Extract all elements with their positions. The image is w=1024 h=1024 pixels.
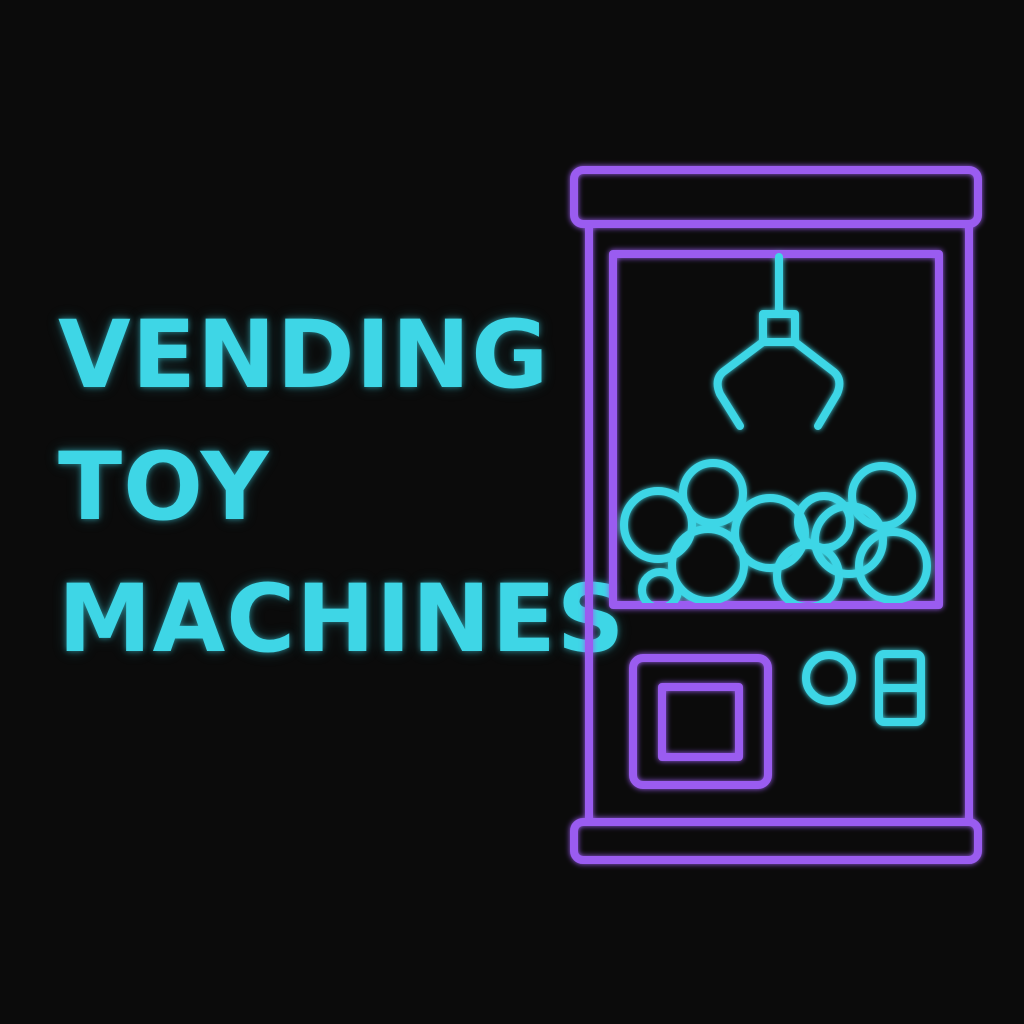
prize-ball <box>668 525 748 603</box>
neon-poster: VENDING TOY MACHINES <box>0 0 1024 1024</box>
machine-base <box>570 818 982 864</box>
prize-ball <box>848 462 916 530</box>
machine-controls <box>802 650 925 726</box>
prize-ball <box>773 541 843 603</box>
machine-top-cap <box>570 166 982 228</box>
prize-door <box>629 654 772 789</box>
prize-balls <box>620 459 931 603</box>
claw-right-arm <box>791 338 844 430</box>
prize-ball <box>620 487 696 563</box>
claw-machine-icon <box>570 166 982 864</box>
claw-left-arm <box>713 338 767 430</box>
prize-door-inner <box>658 683 743 761</box>
claw-head <box>759 310 799 346</box>
claw-icon <box>713 253 844 430</box>
control-button-icon <box>802 651 856 705</box>
